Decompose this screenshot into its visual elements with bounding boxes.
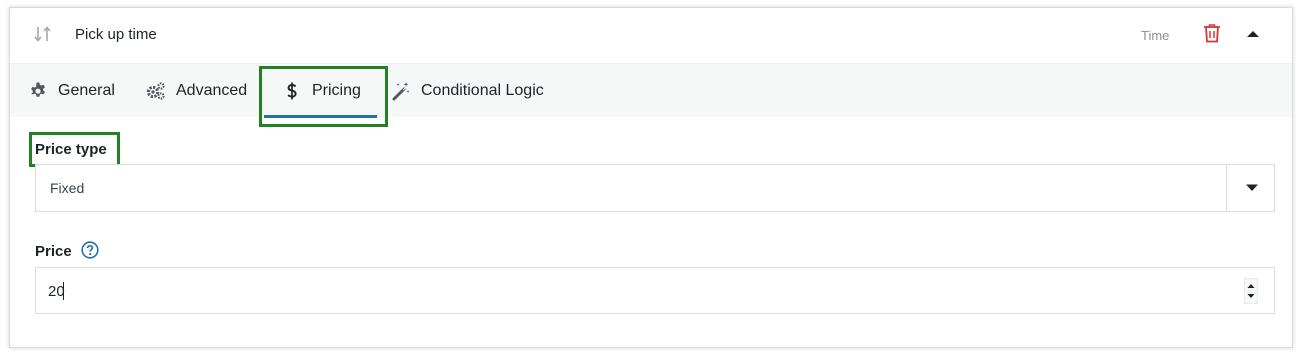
price-type-label: Price type xyxy=(35,141,107,158)
collapse-caret-icon[interactable] xyxy=(1246,27,1260,41)
active-tab-indicator xyxy=(264,115,377,118)
gears-icon xyxy=(146,82,165,100)
tab-pricing[interactable]: Pricing xyxy=(282,64,361,118)
tab-pricing-label: Pricing xyxy=(312,82,361,99)
field-header[interactable]: Pick up time Time xyxy=(10,8,1292,63)
sort-arrows-icon[interactable] xyxy=(33,24,53,44)
tab-conditional-logic[interactable]: Conditional Logic xyxy=(391,64,544,118)
field-title: Pick up time xyxy=(75,26,157,43)
select-divider xyxy=(1226,165,1227,211)
tab-advanced[interactable]: Advanced xyxy=(146,64,247,118)
magic-wand-icon xyxy=(392,82,410,101)
settings-tabs: General Advanced Pricing Conditional Log… xyxy=(10,63,1292,127)
tab-general[interactable]: General xyxy=(28,64,115,118)
field-panel: Pick up time Time General Advanced Prici… xyxy=(9,7,1293,348)
trash-icon[interactable] xyxy=(1203,23,1221,43)
tab-advanced-label: Advanced xyxy=(176,82,248,99)
price-label: Price xyxy=(35,243,72,260)
chevron-down-icon[interactable] xyxy=(1245,183,1259,193)
field-type-badge: Time xyxy=(1141,28,1170,43)
price-type-selected-value: Fixed xyxy=(50,180,85,196)
tab-conditional-logic-label: Conditional Logic xyxy=(421,82,544,99)
price-input[interactable]: 20 xyxy=(35,267,1275,314)
gear-icon xyxy=(31,82,45,97)
tab-general-label: General xyxy=(58,82,115,99)
number-spinner-icon[interactable] xyxy=(1244,278,1258,304)
dollar-icon xyxy=(287,82,297,100)
text-caret xyxy=(63,282,64,300)
price-type-select[interactable]: Fixed xyxy=(35,164,1275,212)
help-question-icon[interactable] xyxy=(81,241,99,259)
